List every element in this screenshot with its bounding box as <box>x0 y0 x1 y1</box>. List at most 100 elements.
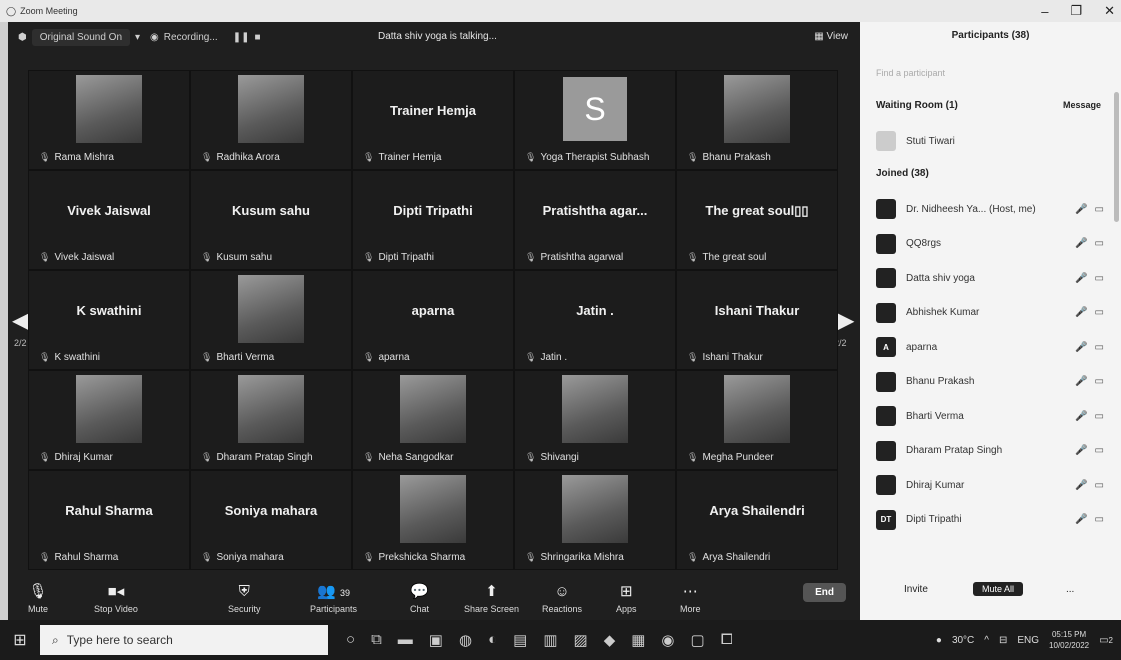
taskbar-search-input[interactable]: ⌕ Type here to search <box>40 625 328 655</box>
video-tile[interactable]: Pratishtha agar... 🎙 Pratishtha agarwal <box>514 170 676 270</box>
participant-row[interactable]: Aaparna 🎤 ▭ <box>876 332 1106 362</box>
zoom-app-icon[interactable]: ▢ <box>691 631 705 649</box>
participant-row[interactable]: DT Dipti Tripathi 🎤 ▭ <box>876 505 1106 535</box>
mic-video-status-icon[interactable]: 🎤 ▭ <box>1075 204 1106 215</box>
clock-time: 05:15 PM <box>1051 630 1087 639</box>
video-tile[interactable]: aparna 🎙 aparna <box>352 270 514 370</box>
video-tile[interactable]: 🎙 Radhika Arora <box>190 70 352 170</box>
more-button[interactable]: ⋯ More <box>680 582 701 614</box>
paint-icon[interactable]: ◆ <box>604 631 616 649</box>
video-tile[interactable]: Dipti Tripathi 🎙 Dipti Tripathi <box>352 170 514 270</box>
video-tile[interactable]: 🎙 Shivangi <box>514 370 676 470</box>
video-tile[interactable]: The great soul▯▯ 🎙 The great soul <box>676 170 838 270</box>
windows-start-icon[interactable]: ⊞ <box>0 630 40 650</box>
file-explorer-icon[interactable]: ▬ <box>398 631 413 649</box>
video-tile[interactable]: 🎙 Dharam Pratap Singh <box>190 370 352 470</box>
participant-row[interactable]: Dr. Nidheesh Ya... (Host, me) 🎤 ▭ <box>876 194 1106 224</box>
end-meeting-button[interactable]: End <box>803 583 846 602</box>
video-tile[interactable]: Soniya mahara 🎙 Soniya mahara <box>190 470 352 570</box>
share-screen-button[interactable]: ⬆ Share Screen <box>464 582 519 614</box>
clock[interactable]: 05:15 PM 10/02/2022 <box>1049 629 1089 651</box>
video-tile[interactable]: 🎙 Neha Sangodkar <box>352 370 514 470</box>
participant-row[interactable]: Bharti Verma 🎤 ▭ <box>876 401 1106 431</box>
mic-video-status-icon[interactable]: 🎤 ▭ <box>1075 514 1106 525</box>
edge-icon[interactable]: ◐ <box>488 631 497 649</box>
original-sound-toggle[interactable]: ⬢ Original Sound On ▾ <box>18 28 140 46</box>
participants-button[interactable]: 👥 39 Participants <box>310 582 357 614</box>
message-button[interactable]: Message <box>1063 100 1101 110</box>
stop-video-button[interactable]: ■◂ Stop Video <box>94 582 138 614</box>
next-page-arrow-icon[interactable]: ▶ <box>836 306 854 335</box>
security-button[interactable]: ⛨ Security <box>228 583 261 614</box>
video-feed <box>400 475 466 543</box>
video-tile[interactable]: 🎙 Shringarika Mishra <box>514 470 676 570</box>
notifications-icon[interactable]: ▭2 <box>1099 635 1113 646</box>
mic-video-status-icon[interactable]: 🎤 ▭ <box>1075 411 1106 422</box>
video-tile[interactable]: Ishani Thakur 🎙 Ishani Thakur <box>676 270 838 370</box>
participant-row[interactable]: Dharam Pratap Singh 🎤 ▭ <box>876 436 1106 466</box>
mic-video-status-icon[interactable]: 🎤 ▭ <box>1075 273 1106 284</box>
video-tile[interactable]: Vivek Jaiswal 🎙 Vivek Jaiswal <box>28 170 190 270</box>
video-tile[interactable]: 🎙 Megha Pundeer <box>676 370 838 470</box>
video-tile[interactable]: 🎙 Bharti Verma <box>190 270 352 370</box>
participant-row[interactable]: Bhanu Prakash 🎤 ▭ <box>876 367 1106 397</box>
word-icon[interactable]: ▦ <box>631 631 645 649</box>
video-tile[interactable]: S 🎙 Yoga Therapist Subhash <box>514 70 676 170</box>
view-button[interactable]: ▦ View <box>814 31 848 42</box>
video-tile[interactable]: Arya Shailendri 🎙 Arya Shailendri <box>676 470 838 570</box>
restore-button[interactable]: ❐ <box>1070 3 1082 19</box>
participant-row[interactable]: Abhishek Kumar 🎤 ▭ <box>876 298 1106 328</box>
mic-video-status-icon[interactable]: 🎤 ▭ <box>1075 307 1106 318</box>
video-tile[interactable]: K swathini 🎙 K swathini <box>28 270 190 370</box>
task-view-icon[interactable]: ⧉ <box>371 631 382 649</box>
video-tile[interactable]: Trainer Hemja 🎙 Trainer Hemja <box>352 70 514 170</box>
store-icon[interactable]: ▣ <box>429 631 443 649</box>
apps-button[interactable]: ⊞ Apps <box>616 582 637 614</box>
mic-video-status-icon[interactable]: 🎤 ▭ <box>1075 342 1106 353</box>
mic-video-status-icon[interactable]: 🎤 ▭ <box>1075 376 1106 387</box>
chevron-up-icon[interactable]: ^ <box>984 635 989 646</box>
language-indicator[interactable]: ENG <box>1017 635 1039 646</box>
reactions-button[interactable]: ☺ Reactions <box>542 583 582 614</box>
snipping-icon[interactable]: ⧠ <box>721 631 733 649</box>
mic-video-status-icon[interactable]: 🎤 ▭ <box>1075 238 1106 249</box>
photos-icon[interactable]: ▨ <box>574 631 588 649</box>
mute-button[interactable]: 🎙 Mute <box>28 582 48 614</box>
panel-more-button[interactable]: ... <box>1066 584 1074 595</box>
joined-header[interactable]: Joined (38) <box>876 168 929 179</box>
mic-video-status-icon[interactable]: 🎤 ▭ <box>1075 480 1106 491</box>
mute-all-button[interactable]: Mute All <box>973 582 1024 596</box>
video-tile[interactable]: 🎙 Bhanu Prakash <box>676 70 838 170</box>
network-icon[interactable]: ⊟ <box>999 635 1007 646</box>
tile-label-text: Radhika Arora <box>216 152 280 163</box>
waiting-room-header[interactable]: Waiting Room (1) <box>876 100 958 111</box>
waiting-user-row[interactable]: Stuti Tiwari <box>876 126 1106 156</box>
cortana-icon[interactable]: ○ <box>346 631 355 649</box>
video-tile[interactable]: Jatin . 🎙 Jatin . <box>514 270 676 370</box>
participant-row[interactable]: Datta shiv yoga 🎤 ▭ <box>876 263 1106 293</box>
calculator-icon[interactable]: ▤ <box>513 631 527 649</box>
participant-row[interactable]: Dhiraj Kumar 🎤 ▭ <box>876 470 1106 500</box>
panel-scrollbar[interactable] <box>1114 92 1119 222</box>
video-tile[interactable]: Rahul Sharma 🎙 Rahul Sharma <box>28 470 190 570</box>
browser-icon[interactable]: ◉ <box>661 631 674 649</box>
participant-name: Dhiraj Kumar <box>906 479 965 491</box>
video-tile[interactable]: Kusum sahu 🎙 Kusum sahu <box>190 170 352 270</box>
video-tile[interactable]: 🎙 Rama Mishra <box>28 70 190 170</box>
stop-recording-button[interactable]: ■ <box>254 32 260 43</box>
video-tile[interactable]: 🎙 Prekshicka Sharma <box>352 470 514 570</box>
temperature[interactable]: 30°C <box>952 635 974 646</box>
recording-label: Recording... <box>163 31 218 43</box>
pause-recording-button[interactable]: ❚❚ <box>233 32 250 43</box>
close-button[interactable]: ✕ <box>1104 3 1115 19</box>
chat-button[interactable]: 💬 Chat <box>410 582 429 614</box>
invite-button[interactable]: Invite <box>904 584 928 595</box>
app-icon[interactable]: ▥ <box>543 631 557 649</box>
chrome-icon[interactable]: ◍ <box>459 631 472 649</box>
mic-video-status-icon[interactable]: 🎤 ▭ <box>1075 445 1106 456</box>
participant-row[interactable]: QQ8rgs 🎤 ▭ <box>876 229 1106 259</box>
find-participant-input[interactable]: Find a participant <box>876 68 945 78</box>
minimize-button[interactable]: – <box>1041 4 1048 19</box>
video-tile[interactable]: 🎙 Dhiraj Kumar <box>28 370 190 470</box>
share-screen-icon: ⬆ <box>485 583 498 600</box>
